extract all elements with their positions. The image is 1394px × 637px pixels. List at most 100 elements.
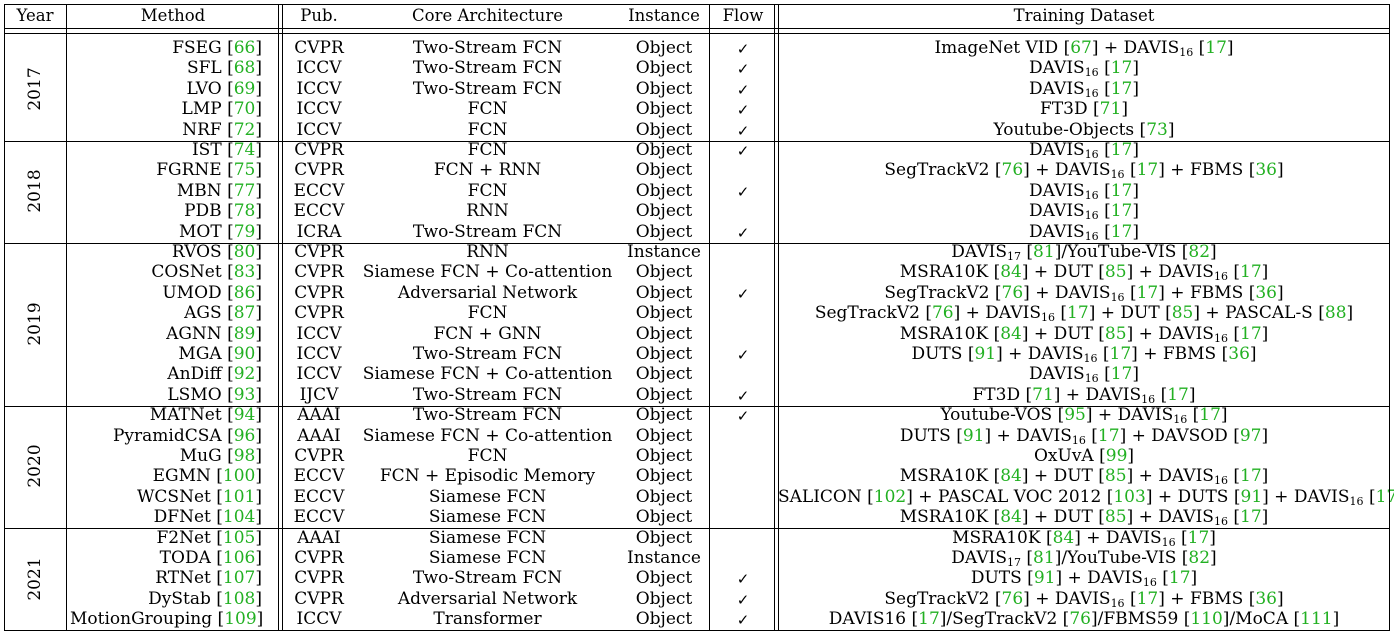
citation-link: 75 bbox=[233, 160, 256, 181]
citation-link: 81 bbox=[1033, 548, 1055, 568]
dataset-subscript: 16 bbox=[1084, 209, 1099, 223]
citation-link: 17 bbox=[1240, 507, 1262, 528]
citation-link: 17 bbox=[1136, 160, 1159, 181]
dataset-text: + DUT bbox=[1028, 323, 1099, 344]
method-cell: LSMO [93] bbox=[167, 384, 262, 405]
dataset-subscript: 16 bbox=[1041, 311, 1055, 325]
instance-cell: Object bbox=[635, 303, 693, 324]
method-name: F2Net bbox=[156, 527, 211, 548]
citation-link: 83 bbox=[233, 262, 256, 283]
citation-link: 84 bbox=[1000, 466, 1022, 487]
dataset-subscript: 16 bbox=[1173, 413, 1188, 427]
citation-link: 81 bbox=[1033, 242, 1055, 262]
method-name: MBN bbox=[176, 180, 222, 201]
flow-check-icon: ✓ bbox=[736, 570, 750, 589]
dataset-text bbox=[1099, 181, 1104, 201]
year-label: 2018 bbox=[25, 169, 45, 213]
citation-link: 85 bbox=[1171, 303, 1194, 324]
instance-cell: Object bbox=[635, 588, 693, 609]
citation-link: 88 bbox=[1324, 303, 1347, 324]
citation-link: 86 bbox=[233, 282, 256, 303]
method-cell: MGA [90] bbox=[178, 344, 262, 364]
rule-line bbox=[4, 33, 1390, 34]
method-cell: LMP [70] bbox=[181, 99, 262, 120]
instance-cell: Object bbox=[635, 405, 693, 426]
citation-link: 91 bbox=[1240, 486, 1263, 507]
training-dataset-cell: DAVIS16 [17] bbox=[1028, 180, 1140, 202]
method-cell: PDB [78] bbox=[184, 201, 262, 222]
dataset-text bbox=[1099, 58, 1104, 78]
dataset-text: + DAVIS bbox=[1133, 466, 1214, 487]
method-cell: MotionGrouping [109] bbox=[70, 609, 264, 630]
flow-check-icon: ✓ bbox=[736, 346, 750, 364]
dataset-text: /SegTrackV2 bbox=[946, 609, 1063, 630]
architecture-cell: RNN bbox=[466, 201, 509, 222]
training-dataset-cell: FT3D [71] bbox=[1040, 99, 1128, 120]
pub-cell: ICCV bbox=[296, 99, 342, 120]
citation-link: 84 bbox=[1000, 507, 1022, 528]
dataset-text: /YouTube-VIS bbox=[1061, 242, 1182, 262]
header-year: Year bbox=[16, 6, 54, 25]
method-cell: SFL [68] bbox=[186, 58, 262, 79]
instance-cell: Instance bbox=[627, 242, 701, 262]
dataset-subscript: 16 bbox=[1213, 270, 1228, 284]
method-name: MuG bbox=[179, 446, 222, 466]
training-dataset-cell: MSRA10K [84] + DUT [85] + DAVIS16 [17] bbox=[899, 323, 1269, 345]
pub-cell: CVPR bbox=[294, 242, 344, 262]
method-name: MOT bbox=[178, 221, 222, 242]
method-cell: UMOD [86] bbox=[162, 282, 262, 303]
rule-line bbox=[4, 4, 5, 631]
rule-line bbox=[709, 4, 710, 631]
architecture-cell: Two-Stream FCN bbox=[412, 568, 563, 589]
architecture-cell: FCN + Episodic Memory bbox=[379, 466, 596, 487]
instance-cell: Object bbox=[635, 446, 693, 466]
citation-link: 105 bbox=[222, 527, 256, 548]
pub-cell: ICCV bbox=[296, 344, 342, 364]
dataset-subscript: 16 bbox=[1161, 535, 1176, 549]
architecture-cell: Two-Stream FCN bbox=[412, 344, 563, 364]
citation-link: 94 bbox=[233, 405, 256, 426]
citation-link: 17 bbox=[1110, 221, 1133, 242]
citation-link: 111 bbox=[1300, 609, 1333, 630]
flow-check-icon: ✓ bbox=[736, 40, 750, 58]
dataset-text: + DAVIS bbox=[1029, 160, 1111, 181]
citation-link: 82 bbox=[1188, 548, 1211, 568]
pub-cell: AAAI bbox=[297, 527, 341, 548]
method-cell: AGS [87] bbox=[184, 303, 262, 324]
citation-link: 68 bbox=[233, 58, 256, 79]
architecture-cell: FCN + GNN bbox=[433, 323, 542, 344]
citation-link: 70 bbox=[233, 99, 256, 120]
method-cell: MuG [98] bbox=[179, 446, 262, 466]
instance-cell: Object bbox=[635, 180, 693, 201]
instance-cell: Object bbox=[635, 507, 693, 528]
citation-link: 17 bbox=[1168, 568, 1191, 589]
architecture-cell: FCN bbox=[467, 140, 508, 160]
rule-line bbox=[774, 4, 775, 631]
citation-link: 91 bbox=[1033, 568, 1056, 589]
dataset-subscript: 16 bbox=[1110, 290, 1125, 304]
dataset-text: DAVIS bbox=[1028, 58, 1085, 79]
instance-cell: Instance bbox=[627, 548, 701, 568]
citation-link: 17 bbox=[1109, 344, 1132, 364]
architecture-cell: FCN bbox=[467, 303, 508, 324]
method-name: NRF bbox=[182, 119, 222, 140]
dataset-subscript: 16 bbox=[1213, 515, 1228, 529]
dataset-text: MSRA10K bbox=[952, 527, 1046, 548]
dataset-text: + FBMS bbox=[1164, 282, 1249, 303]
method-cell: TODA [106] bbox=[159, 548, 262, 568]
year-label: 2020 bbox=[25, 444, 45, 489]
dataset-text: + DUT bbox=[1095, 303, 1166, 324]
dataset-text: DAVIS bbox=[951, 548, 1007, 568]
dataset-subscript: 16 bbox=[1084, 66, 1099, 80]
dataset-text: + DAVIS bbox=[960, 303, 1041, 324]
dataset-text: + DUT bbox=[1028, 466, 1099, 487]
method-cell: MOT [79] bbox=[178, 221, 262, 242]
dataset-text: + FBMS bbox=[1164, 160, 1249, 181]
flow-check-icon: ✓ bbox=[736, 223, 750, 242]
dataset-subscript: 16 bbox=[1084, 86, 1099, 100]
rule-line bbox=[66, 4, 67, 631]
instance-cell: Object bbox=[635, 323, 693, 344]
method-cell: DyStab [108] bbox=[148, 588, 262, 609]
training-dataset-cell: DUTS [91] + DAVIS16 [17] + DAVSOD [97] bbox=[899, 425, 1269, 447]
dataset-text: MSRA10K bbox=[899, 507, 994, 528]
